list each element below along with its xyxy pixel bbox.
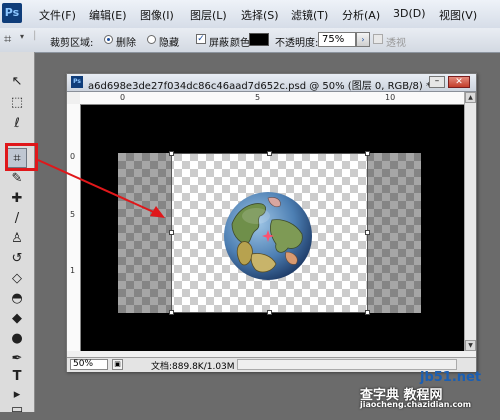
pen-icon[interactable]: ✒ <box>7 349 27 369</box>
dodge-icon[interactable]: ● <box>7 329 27 349</box>
eyedropper-icon[interactable]: ✎ <box>7 169 27 189</box>
watermark: jb51.net 查字典 教程网 jiaocheng.chazidian.com <box>330 368 500 412</box>
watermark-site: jb51.net <box>420 370 482 385</box>
minimize-button[interactable]: – <box>429 76 445 88</box>
watermark-url: jiaocheng.chazidian.com <box>360 400 472 409</box>
tools-panel: ↖ ⬚ ℓ ⌗ ✎ ✚ / ♙ ↺ ◇ ◓ ◆ ● ✒ T ▸ ▭ <box>0 52 35 417</box>
opacity-slider-button[interactable]: › <box>356 32 370 47</box>
shield-label: 屏蔽 <box>209 38 229 49</box>
lasso-icon[interactable]: ℓ <box>7 114 27 134</box>
brush-icon[interactable]: / <box>7 209 27 229</box>
chevron-down-icon[interactable]: ▾ <box>20 32 24 41</box>
perspective-label: 透视 <box>386 38 406 49</box>
shield-color-swatch[interactable] <box>249 33 269 46</box>
clone-stamp-icon[interactable]: ♙ <box>7 229 27 249</box>
close-button[interactable]: ✕ <box>448 76 470 88</box>
document-canvas[interactable] <box>81 105 464 351</box>
zoom-level-input[interactable]: 50% <box>70 359 108 370</box>
menu-edit[interactable]: 编辑(E) <box>89 7 127 23</box>
ruler-label: 0 <box>120 93 126 102</box>
menu-view[interactable]: 视图(V) <box>439 7 477 23</box>
paint-bucket-icon[interactable]: ◓ <box>7 289 27 309</box>
eraser-icon[interactable]: ◇ <box>7 269 27 289</box>
crop-handle[interactable] <box>267 310 272 315</box>
crop-handle[interactable] <box>169 151 174 156</box>
globe-image <box>224 192 312 280</box>
crop-preset-icon[interactable]: ⌗ <box>4 32 11 47</box>
menu-file[interactable]: 文件(F) <box>39 7 76 23</box>
type-icon[interactable]: T <box>7 367 27 387</box>
crop-handle[interactable] <box>267 151 272 156</box>
photoshop-logo-icon[interactable]: Ps <box>2 3 22 23</box>
status-menu-icon[interactable]: ▣ <box>112 359 123 370</box>
menu-select[interactable]: 选择(S) <box>241 7 279 23</box>
blur-icon[interactable]: ◆ <box>7 309 27 329</box>
separator: | <box>33 30 37 41</box>
ruler-label: 0 <box>70 152 76 161</box>
horizontal-ruler: 0 5 10 <box>80 92 464 105</box>
crop-handle[interactable] <box>365 151 370 156</box>
rectangle-shape-icon[interactable]: ▭ <box>7 400 27 420</box>
shield-checkbox[interactable]: ✓ <box>196 34 206 44</box>
crop-tool-highlight <box>5 143 38 171</box>
opacity-input[interactable]: 75% <box>318 32 356 47</box>
document-window: Ps a6d698e3de27f034dc86c46aad7d652c.psd … <box>66 73 477 372</box>
ruler-label: 1 <box>70 266 76 275</box>
hide-label: 隐藏 <box>159 38 179 49</box>
scroll-up-icon[interactable]: ▲ <box>465 92 476 103</box>
menu-3d[interactable]: 3D(D) <box>393 7 426 20</box>
ruler-label: 10 <box>385 93 396 102</box>
menu-analysis[interactable]: 分析(A) <box>342 7 380 23</box>
menu-filter[interactable]: 滤镜(T) <box>291 7 328 23</box>
move-icon[interactable]: ↖ <box>7 72 27 92</box>
delete-radio[interactable] <box>104 35 113 44</box>
document-size-info[interactable]: 文档:889.8K/1.03M <box>151 359 235 372</box>
hide-radio[interactable] <box>147 35 156 44</box>
ruler-label: 5 <box>70 210 76 219</box>
document-title-bar[interactable]: Ps a6d698e3de27f034dc86c46aad7d652c.psd … <box>67 74 476 92</box>
crop-area-label: 裁剪区域: <box>50 38 94 49</box>
healing-brush-icon[interactable]: ✚ <box>7 189 27 209</box>
crop-handle[interactable] <box>169 230 174 235</box>
vertical-scrollbar[interactable]: ▲ ▼ <box>464 92 476 351</box>
opacity-label: 不透明度: <box>275 38 319 49</box>
crop-handle[interactable] <box>169 310 174 315</box>
crop-handle[interactable] <box>365 310 370 315</box>
ruler-label: 5 <box>255 93 261 102</box>
menu-bar: Ps 文件(F) 编辑(E) 图像(I) 图层(L) 选择(S) 滤镜(T) 分… <box>0 0 500 29</box>
crop-shield-right <box>368 153 421 313</box>
perspective-checkbox[interactable] <box>373 34 383 44</box>
menu-image[interactable]: 图像(I) <box>140 7 174 23</box>
history-brush-icon[interactable]: ↺ <box>7 249 27 269</box>
vertical-ruler: 0 5 1 <box>67 104 81 351</box>
delete-label: 删除 <box>116 38 136 49</box>
scroll-down-icon[interactable]: ▼ <box>465 340 476 351</box>
menu-layer[interactable]: 图层(L) <box>190 7 227 23</box>
document-title: a6d698e3de27f034dc86c46aad7d652c.psd @ 5… <box>88 81 431 92</box>
crop-shield-left <box>118 153 171 313</box>
marquee-icon[interactable]: ⬚ <box>7 93 27 113</box>
crop-handle[interactable] <box>365 230 370 235</box>
photoshop-doc-icon: Ps <box>71 76 83 88</box>
